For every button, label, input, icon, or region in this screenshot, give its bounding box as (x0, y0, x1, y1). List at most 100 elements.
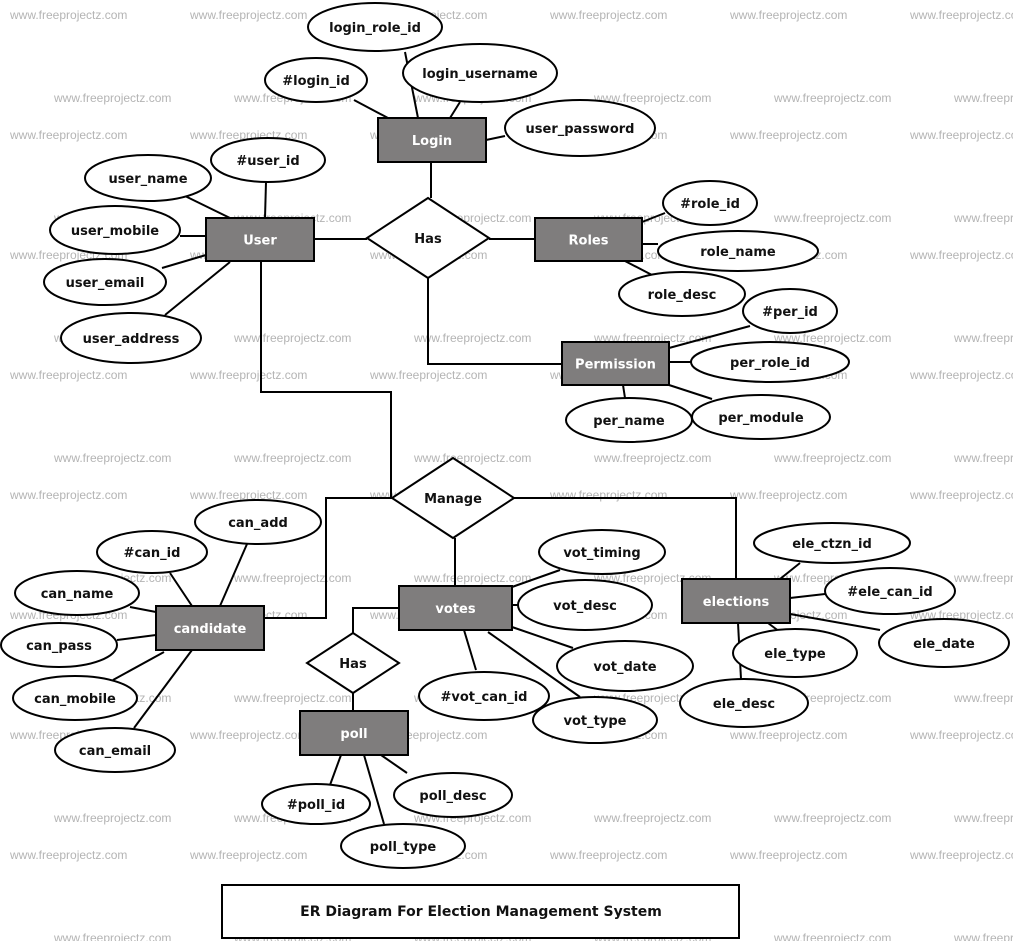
watermark-text: www.freeprojectz.com (729, 728, 847, 742)
watermark-text: www.freeprojectz.com (189, 368, 307, 382)
attribute-link-poll-desc (380, 754, 408, 774)
attribute-user-mobile[interactable]: user_mobile (49, 205, 181, 255)
attribute-link-vot-date (511, 626, 574, 649)
attribute-role-desc[interactable]: role_desc (618, 271, 746, 317)
attribute-link-pk-login-id (353, 99, 389, 119)
attribute-label: #poll_id (287, 798, 345, 813)
attribute-ele-date[interactable]: ele_date (878, 618, 1010, 668)
watermark-text: www.freeprojectz.com (369, 368, 487, 382)
attribute-label: per_name (593, 414, 665, 429)
entity-label: Permission (575, 358, 656, 373)
attribute-label: can_add (228, 516, 288, 531)
attribute-pk-user-id[interactable]: #user_id (210, 137, 326, 183)
attribute-label: ele_type (764, 647, 826, 662)
attribute-per-name[interactable]: per_name (565, 397, 693, 443)
watermark-text: www.freeprojectz.com (729, 488, 847, 502)
diagram-title-box: ER Diagram For Election Management Syste… (221, 884, 740, 939)
attribute-ele-ctzn-id[interactable]: ele_ctzn_id (753, 522, 911, 564)
watermark-text: www.freeprojectz.com (233, 691, 351, 705)
entity-permission[interactable]: Permission (561, 341, 670, 386)
attribute-label: #per_id (762, 305, 818, 320)
watermark-text: www.freeprojectz.com (9, 848, 127, 862)
attribute-poll-type[interactable]: poll_type (340, 823, 466, 869)
attribute-label: vot_date (593, 660, 656, 675)
attribute-user-name[interactable]: user_name (84, 154, 212, 202)
attribute-label: #login_id (282, 74, 350, 89)
attribute-ele-type[interactable]: ele_type (732, 628, 858, 678)
attribute-can-add[interactable]: can_add (194, 499, 322, 545)
attribute-link-per-name (622, 384, 626, 399)
attribute-login-role-id[interactable]: login_role_id (307, 2, 443, 52)
attribute-user-password[interactable]: user_password (504, 99, 656, 157)
attribute-vot-date[interactable]: vot_date (556, 640, 694, 692)
attribute-can-mobile[interactable]: can_mobile (12, 675, 138, 721)
attribute-label: per_module (718, 411, 804, 426)
watermark-text: www.freeprojectz.com (53, 91, 171, 105)
watermark-text: www.freeprojectz.com (773, 91, 891, 105)
attribute-vot-type[interactable]: vot_type (532, 696, 658, 744)
attribute-per-module[interactable]: per_module (691, 394, 831, 440)
watermark-text: www.freeprojectz.com (549, 488, 667, 502)
entity-poll[interactable]: poll (299, 710, 409, 756)
entity-candidate[interactable]: candidate (155, 605, 265, 651)
watermark-text: www.freeprojectz.com (909, 128, 1013, 142)
attribute-vot-timing[interactable]: vot_timing (538, 529, 666, 575)
shape-layer: login_role_id #login_id login_usernameuser… (0, 2, 1010, 869)
entity-elections[interactable]: elections (681, 578, 791, 624)
watermark-text: www.freeprojectz.com (773, 451, 891, 465)
watermark-text: www.freeprojectz.com (729, 848, 847, 862)
attribute-vot-desc[interactable]: vot_desc (517, 579, 653, 631)
entity-login[interactable]: Login (377, 117, 487, 163)
relationship-has-top[interactable]: Has (365, 196, 491, 280)
attribute-can-pass[interactable]: can_pass (0, 622, 118, 668)
attribute-pk-vot-can-id[interactable]: #vot_can_id (418, 671, 550, 721)
attribute-can-name[interactable]: can_name (14, 570, 140, 616)
attribute-label: vot_timing (563, 546, 640, 561)
relationship-has-poll[interactable]: Has (305, 631, 401, 695)
watermark-text: www.freeprojectz.com (773, 931, 891, 941)
attribute-per-role-id[interactable]: per_role_id (690, 341, 850, 383)
attribute-role-name[interactable]: role_name (657, 230, 819, 272)
entity-label: votes (435, 602, 475, 617)
attribute-label: user_name (108, 172, 187, 187)
watermark-text: www.freeprojectz.com (953, 811, 1013, 825)
attribute-login-username[interactable]: login_username (402, 43, 558, 103)
attribute-user-address[interactable]: user_address (60, 312, 202, 364)
er-diagram-canvas: www.freeprojectz.com www.freeprojectz.com… (0, 2, 1013, 941)
watermark-text: www.freeprojectz.com (9, 128, 127, 142)
attribute-label: #user_id (236, 154, 299, 169)
attribute-label: user_mobile (71, 224, 159, 239)
attribute-link-per-module (668, 384, 713, 400)
attribute-label: vot_type (564, 714, 627, 729)
watermark-text: www.freeprojectz.com (729, 8, 847, 22)
entity-label: elections (703, 595, 770, 610)
attribute-poll-desc[interactable]: poll_desc (393, 772, 513, 818)
entity-label: poll (340, 727, 367, 742)
entity-user[interactable]: User (205, 217, 315, 262)
attribute-pk-poll-id[interactable]: #poll_id (261, 783, 371, 825)
attribute-label: user_password (526, 122, 635, 137)
attribute-user-email[interactable]: user_email (43, 258, 167, 306)
attribute-link-user-address (164, 261, 231, 316)
attribute-pk-per-id[interactable]: #per_id (742, 288, 838, 334)
attribute-link-user-password (485, 135, 506, 141)
attribute-label: login_role_id (329, 21, 421, 36)
watermark-text: www.freeprojectz.com (233, 331, 351, 345)
watermark-text: www.freeprojectz.com (233, 571, 351, 585)
entity-label: User (243, 234, 277, 249)
watermark-text: www.freeprojectz.com (953, 571, 1013, 585)
attribute-can-email[interactable]: can_email (54, 727, 176, 773)
watermark-text: www.freeprojectz.com (773, 211, 891, 225)
attribute-pk-can-id[interactable]: #can_id (96, 530, 208, 574)
relationship-label: Manage (424, 492, 482, 507)
entity-votes[interactable]: votes (398, 585, 513, 631)
attribute-link-pk-user-id (264, 181, 267, 219)
relationship-manage[interactable]: Manage (390, 456, 516, 540)
attribute-pk-ele-can-id[interactable]: #ele_can_id (824, 567, 956, 615)
attribute-pk-login-id[interactable]: #login_id (264, 57, 368, 103)
attribute-label: can_mobile (34, 692, 116, 707)
watermark-text: www.freeprojectz.com (189, 728, 307, 742)
attribute-pk-role-id[interactable]: #role_id (662, 180, 758, 226)
attribute-ele-desc[interactable]: ele_desc (679, 678, 809, 728)
entity-roles[interactable]: Roles (534, 217, 643, 262)
